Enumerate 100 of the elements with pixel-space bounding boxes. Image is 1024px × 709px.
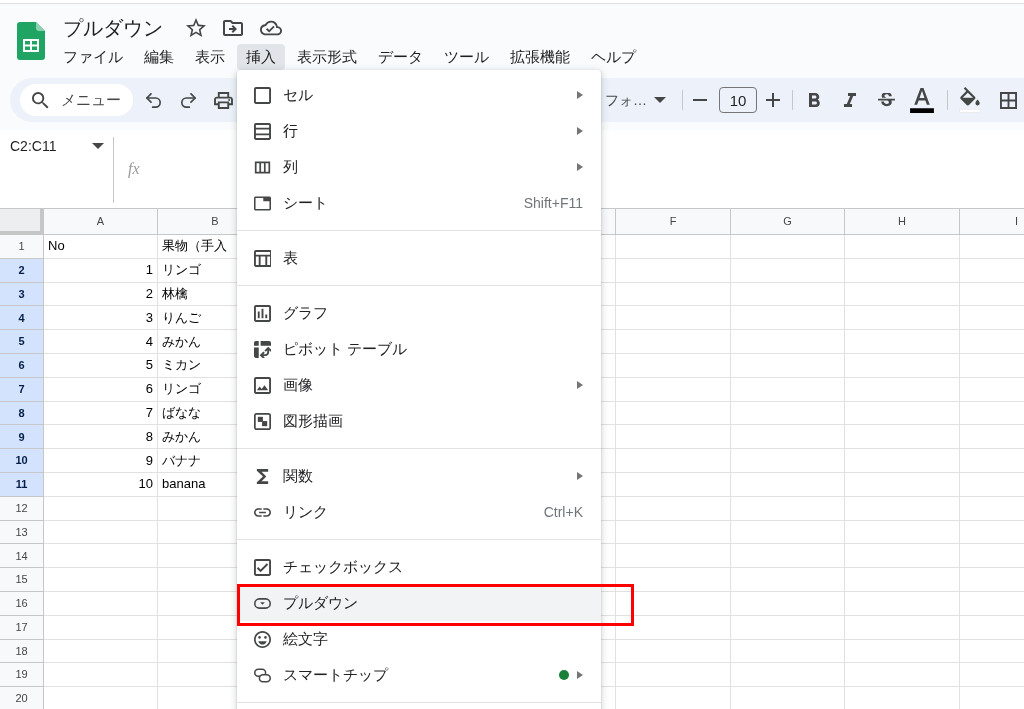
- table-cell: 6: [145, 380, 153, 399]
- menu-bar-item[interactable]: データ: [369, 44, 432, 70]
- star-icon[interactable]: [186, 18, 206, 38]
- row-header[interactable]: 16: [0, 591, 44, 616]
- menu-item[interactable]: 関数: [237, 458, 601, 494]
- menu-item[interactable]: 絵文字: [237, 621, 601, 657]
- menu-bar-item[interactable]: ツール: [435, 44, 498, 70]
- row-header[interactable]: 14: [0, 544, 44, 569]
- row-header[interactable]: 17: [0, 615, 44, 640]
- row-header[interactable]: 3: [0, 282, 44, 307]
- menu-item[interactable]: 行: [237, 113, 601, 149]
- cloud-check-icon[interactable]: [260, 20, 282, 36]
- column-header[interactable]: F: [616, 209, 731, 234]
- row-header[interactable]: 1: [0, 235, 44, 259]
- undo-icon: [145, 92, 161, 108]
- menu-item[interactable]: ピボット テーブル: [237, 331, 601, 367]
- rows-icon: [254, 122, 271, 140]
- document-title[interactable]: プルダウン: [63, 14, 163, 42]
- sigma-icon: [254, 467, 271, 485]
- menu-bar-item[interactable]: ファイル: [54, 44, 132, 70]
- chips-icon: [254, 666, 271, 684]
- table-cell: 10: [138, 475, 153, 494]
- menu-bar-item[interactable]: 表示: [186, 44, 234, 70]
- table-icon: [254, 249, 271, 267]
- spreadsheet-logo-icon[interactable]: [17, 22, 45, 60]
- text-color-icon: [910, 87, 934, 113]
- plus-icon: [766, 93, 780, 107]
- fill-color-button[interactable]: [956, 86, 984, 114]
- column-header[interactable]: I: [960, 209, 1024, 234]
- window-tab-icon: [254, 194, 271, 212]
- menu-item[interactable]: チェックボックス: [237, 549, 601, 585]
- redo-icon: [180, 92, 196, 108]
- table-cell: 5: [145, 356, 153, 375]
- table-cell: ミカン: [162, 356, 201, 375]
- row-header[interactable]: 20: [0, 687, 44, 709]
- name-box[interactable]: C2:C11: [0, 130, 104, 208]
- pivot-table-icon: [254, 340, 271, 358]
- menu-bar-item[interactable]: 編集: [135, 44, 183, 70]
- column-header[interactable]: G: [731, 209, 845, 234]
- menu-bar-item[interactable]: ヘルプ: [582, 44, 645, 70]
- row-header[interactable]: 11: [0, 472, 44, 497]
- table-cell: 果物（手入: [162, 237, 227, 256]
- table-cell: 7: [145, 403, 153, 422]
- image-icon: [254, 376, 271, 394]
- column-header[interactable]: A: [44, 209, 158, 234]
- menu-item[interactable]: 図形描画: [237, 403, 601, 439]
- row-header[interactable]: 5: [0, 330, 44, 354]
- menu-item[interactable]: プルダウン: [237, 585, 601, 621]
- table-cell: バナナ: [162, 451, 201, 470]
- menu-item[interactable]: 画像: [237, 367, 601, 403]
- minus-icon: [693, 99, 707, 101]
- table-cell: みかん: [162, 427, 201, 446]
- shortcut-label: Shift+F11: [523, 194, 583, 213]
- menu-item[interactable]: 列: [237, 149, 601, 185]
- row-header[interactable]: 8: [0, 401, 44, 426]
- row-header[interactable]: 19: [0, 663, 44, 688]
- printer-icon: [213, 91, 233, 109]
- table-cell: 4: [145, 332, 153, 351]
- menu-bar-item[interactable]: 挿入: [237, 44, 285, 70]
- table-cell: リンゴ: [162, 380, 201, 399]
- font-size-field[interactable]: 10: [719, 87, 757, 113]
- paint-bucket-icon: [959, 87, 981, 113]
- shapes-icon: [254, 412, 271, 430]
- table-cell: banana: [162, 475, 206, 494]
- column-header[interactable]: H: [845, 209, 960, 234]
- checkbox-icon: [254, 558, 271, 576]
- row-header[interactable]: 15: [0, 568, 44, 592]
- table-cell: 3: [145, 308, 153, 327]
- row-header[interactable]: 7: [0, 377, 44, 402]
- row-header[interactable]: 9: [0, 425, 44, 450]
- bar-chart-icon: [254, 304, 271, 322]
- row-header[interactable]: 6: [0, 354, 44, 378]
- table-cell: 林檎: [162, 285, 188, 303]
- italic-icon: [844, 93, 856, 107]
- search-icon: [32, 91, 49, 109]
- table-cell: りんご: [162, 308, 201, 327]
- table-cell: みかん: [162, 332, 201, 351]
- menu-item[interactable]: 表: [237, 240, 601, 276]
- folder-arrow-icon[interactable]: [223, 19, 243, 37]
- smiley-icon: [254, 630, 271, 648]
- bold-icon: [808, 93, 820, 107]
- menu-bar-item[interactable]: 拡張機能: [501, 44, 579, 70]
- menu-bar-item[interactable]: 表示形式: [288, 44, 366, 70]
- row-header[interactable]: 18: [0, 639, 44, 664]
- menu-item[interactable]: グラフ: [237, 295, 601, 331]
- menu-item[interactable]: リンク Ctrl+K: [237, 494, 601, 530]
- table-cell: リンゴ: [162, 261, 201, 280]
- row-header[interactable]: 4: [0, 306, 44, 331]
- grid-icon: [999, 91, 1017, 109]
- row-header[interactable]: 2: [0, 258, 44, 283]
- table-cell: 1: [145, 261, 153, 280]
- table-cell: 8: [145, 427, 153, 446]
- text-color-button[interactable]: [908, 86, 936, 114]
- row-header[interactable]: 13: [0, 520, 44, 545]
- menu-search-field[interactable]: メニュー: [20, 84, 133, 116]
- menu-item[interactable]: スマートチップ: [237, 657, 601, 693]
- strikethrough-icon: [877, 92, 895, 108]
- row-header[interactable]: 10: [0, 449, 44, 473]
- row-header[interactable]: 12: [0, 496, 44, 521]
- caret-icon[interactable]: [92, 143, 104, 149]
